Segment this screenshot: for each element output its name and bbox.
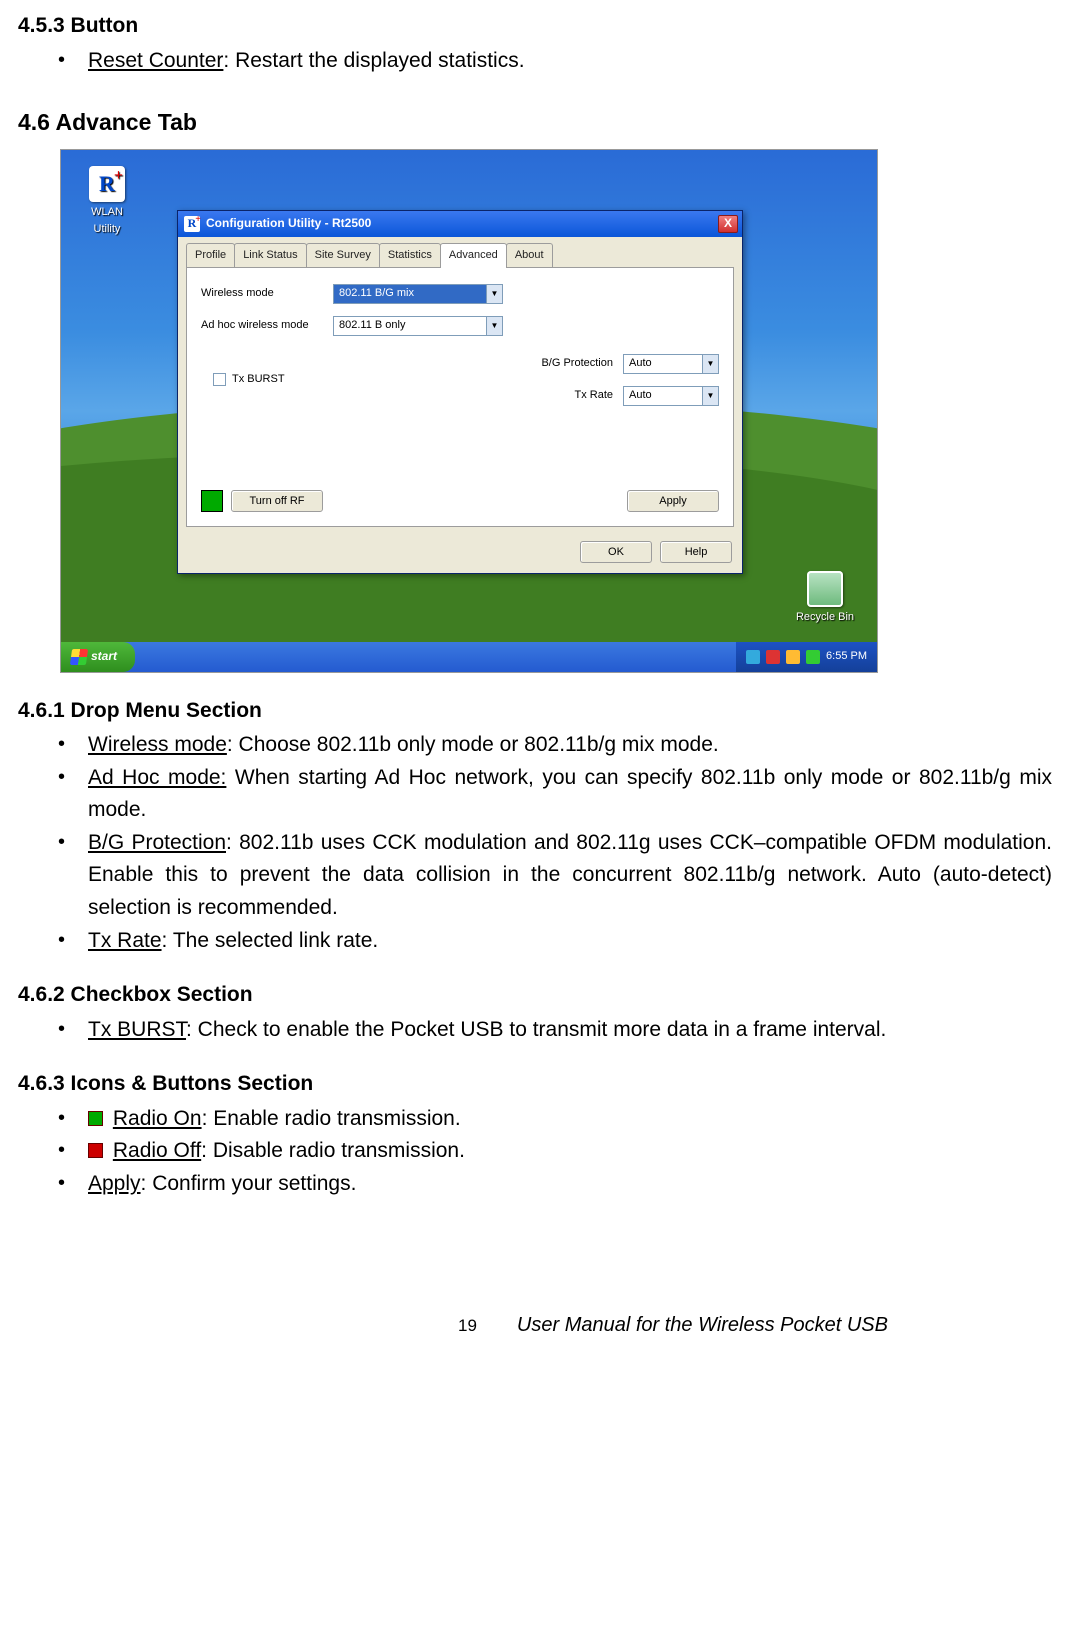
start-label: start bbox=[91, 647, 117, 666]
term: Wireless mode bbox=[88, 733, 227, 756]
label-adhoc-mode: Ad hoc wireless mode bbox=[201, 317, 333, 334]
tray-clock: 6:55 PM bbox=[826, 648, 867, 665]
term: B/G Protection bbox=[88, 831, 226, 854]
heading-463: 4.6.3 Icons & Buttons Section bbox=[18, 1068, 1052, 1101]
start-button[interactable]: start bbox=[61, 642, 135, 672]
screenshot-advance-tab: R WLAN Utility Recycle Bin R Configurati… bbox=[60, 149, 878, 673]
radio-on-icon bbox=[201, 490, 223, 512]
recycle-bin-label: Recycle Bin bbox=[789, 609, 861, 626]
wlan-utility-icon: R bbox=[89, 166, 125, 202]
page-footer: 19 User Manual for the Wireless Pocket U… bbox=[18, 1310, 1052, 1341]
item-reset-counter: Reset Counter: Restart the displayed sta… bbox=[58, 45, 1052, 78]
combo-bg-protection[interactable]: Auto ▼ bbox=[623, 354, 719, 374]
tab-advanced[interactable]: Advanced bbox=[440, 243, 507, 268]
tab-strip: Profile Link Status Site Survey Statisti… bbox=[186, 243, 734, 267]
item-wireless-mode: Wireless mode: Choose 802.11b only mode … bbox=[58, 729, 1052, 762]
heading-46: 4.6 Advance Tab bbox=[18, 105, 1052, 141]
term: Ad Hoc mode: bbox=[88, 766, 226, 789]
help-button[interactable]: Help bbox=[660, 541, 732, 563]
desc: : 802.11b uses CCK modulation and 802.11… bbox=[88, 831, 1052, 919]
list-453: Reset Counter: Restart the displayed sta… bbox=[18, 45, 1052, 78]
desc: : The selected link rate. bbox=[162, 929, 379, 952]
item-adhoc-mode: Ad Hoc mode: When starting Ad Hoc networ… bbox=[58, 762, 1052, 827]
dialog-app-icon: R bbox=[184, 216, 200, 232]
apply-button[interactable]: Apply bbox=[627, 490, 719, 512]
list-462: Tx BURST: Check to enable the Pocket USB… bbox=[18, 1014, 1052, 1047]
combo-bg-value: Auto bbox=[624, 355, 702, 372]
item-tx-rate: Tx Rate: The selected link rate. bbox=[58, 925, 1052, 958]
dialog-titlebar[interactable]: R Configuration Utility - Rt2500 X bbox=[178, 211, 742, 237]
chevron-down-icon[interactable]: ▼ bbox=[486, 317, 502, 335]
item-apply: Apply: Confirm your settings. bbox=[58, 1168, 1052, 1201]
combo-adhoc-mode-value: 802.11 B only bbox=[334, 317, 486, 334]
term: Apply bbox=[88, 1172, 141, 1195]
desc: : Choose 802.11b only mode or 802.11b/g … bbox=[227, 733, 719, 756]
desc-reset-counter: : Restart the displayed statistics. bbox=[223, 49, 524, 72]
heading-453: 4.5.3 Button bbox=[18, 10, 1052, 43]
recycle-bin[interactable]: Recycle Bin bbox=[789, 571, 861, 626]
tab-link-status[interactable]: Link Status bbox=[234, 243, 306, 267]
tray-icon[interactable] bbox=[746, 650, 760, 664]
item-bg-protection: B/G Protection: 802.11b uses CCK modulat… bbox=[58, 827, 1052, 925]
advanced-panel: Wireless mode 802.11 B/G mix ▼ Ad hoc wi… bbox=[186, 267, 734, 527]
term: Tx BURST bbox=[88, 1018, 186, 1041]
heading-462: 4.6.2 Checkbox Section bbox=[18, 979, 1052, 1012]
label-wireless-mode: Wireless mode bbox=[201, 285, 333, 302]
term: Tx Rate bbox=[88, 929, 162, 952]
checkbox-tx-burst[interactable]: Tx BURST bbox=[213, 371, 285, 388]
combo-wireless-mode[interactable]: 802.11 B/G mix ▼ bbox=[333, 284, 503, 304]
tab-statistics[interactable]: Statistics bbox=[379, 243, 441, 267]
dialog-footer: OK Help bbox=[178, 535, 742, 573]
combo-wireless-mode-value: 802.11 B/G mix bbox=[334, 285, 486, 302]
desc: : Confirm your settings. bbox=[141, 1172, 357, 1195]
shortcut-label: WLAN Utility bbox=[77, 204, 137, 238]
term-reset-counter: Reset Counter bbox=[88, 49, 223, 72]
tab-site-survey[interactable]: Site Survey bbox=[306, 243, 380, 267]
list-461: Wireless mode: Choose 802.11b only mode … bbox=[18, 729, 1052, 957]
close-button[interactable]: X bbox=[718, 215, 738, 233]
tab-about[interactable]: About bbox=[506, 243, 553, 267]
taskbar: start 6:55 PM bbox=[61, 642, 877, 672]
radio-off-icon bbox=[88, 1143, 103, 1158]
checkbox-box[interactable] bbox=[213, 373, 226, 386]
term: Radio Off bbox=[113, 1139, 201, 1162]
label-tx-rate: Tx Rate bbox=[527, 387, 613, 404]
desc: : Check to enable the Pocket USB to tran… bbox=[186, 1018, 886, 1041]
chevron-down-icon[interactable]: ▼ bbox=[702, 355, 718, 373]
chevron-down-icon[interactable]: ▼ bbox=[702, 387, 718, 405]
page-number: 19 bbox=[458, 1313, 477, 1339]
desktop-shortcut-wlan[interactable]: R WLAN Utility bbox=[77, 166, 137, 238]
desc: When starting Ad Hoc network, you can sp… bbox=[88, 766, 1052, 822]
tray-icon[interactable] bbox=[806, 650, 820, 664]
chevron-down-icon[interactable]: ▼ bbox=[486, 285, 502, 303]
config-utility-dialog: R Configuration Utility - Rt2500 X Profi… bbox=[177, 210, 743, 574]
dialog-title: Configuration Utility - Rt2500 bbox=[206, 214, 712, 233]
tab-profile[interactable]: Profile bbox=[186, 243, 235, 267]
system-tray[interactable]: 6:55 PM bbox=[736, 642, 877, 672]
label-bg-protection: B/G Protection bbox=[527, 355, 613, 372]
item-radio-off: Radio Off: Disable radio transmission. bbox=[58, 1135, 1052, 1168]
turn-off-rf-button[interactable]: Turn off RF bbox=[231, 490, 323, 512]
combo-tx-rate[interactable]: Auto ▼ bbox=[623, 386, 719, 406]
tray-icon[interactable] bbox=[786, 650, 800, 664]
footer-title: User Manual for the Wireless Pocket USB bbox=[517, 1310, 888, 1341]
desc: : Enable radio transmission. bbox=[202, 1107, 461, 1130]
term: Radio On bbox=[113, 1107, 202, 1130]
tray-icon[interactable] bbox=[766, 650, 780, 664]
combo-tx-rate-value: Auto bbox=[624, 387, 702, 404]
heading-461: 4.6.1 Drop Menu Section bbox=[18, 695, 1052, 728]
combo-adhoc-mode[interactable]: 802.11 B only ▼ bbox=[333, 316, 503, 336]
checkbox-label: Tx BURST bbox=[232, 371, 285, 388]
list-463: Radio On: Enable radio transmission. Rad… bbox=[18, 1103, 1052, 1201]
ok-button[interactable]: OK bbox=[580, 541, 652, 563]
windows-logo-icon bbox=[70, 649, 88, 665]
item-tx-burst: Tx BURST: Check to enable the Pocket USB… bbox=[58, 1014, 1052, 1047]
desc: : Disable radio transmission. bbox=[201, 1139, 465, 1162]
radio-on-icon bbox=[88, 1111, 103, 1126]
item-radio-on: Radio On: Enable radio transmission. bbox=[58, 1103, 1052, 1136]
recycle-bin-icon bbox=[807, 571, 843, 607]
